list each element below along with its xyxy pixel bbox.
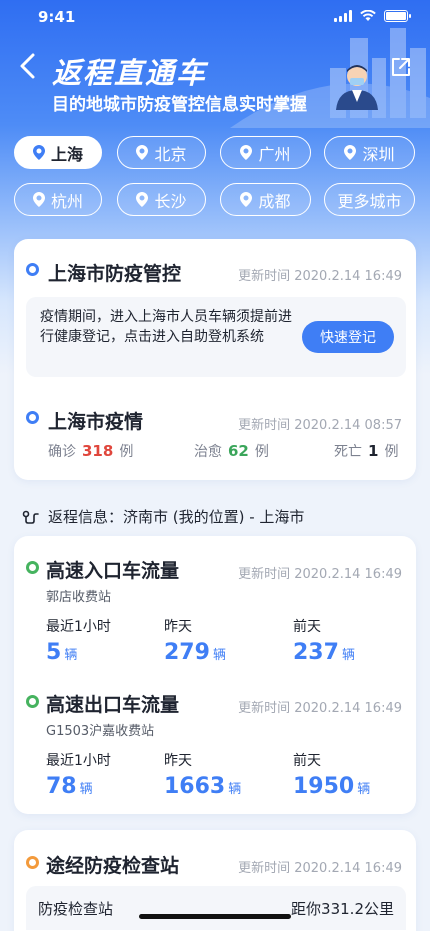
section-dot-icon bbox=[26, 856, 39, 869]
city-chip-label: 上海 bbox=[50, 144, 83, 164]
city-chip-changsha[interactable]: 长沙 bbox=[117, 183, 206, 216]
city-chip-guangzhou[interactable]: 广州 bbox=[220, 136, 311, 169]
col-label: 最近1小时 bbox=[46, 619, 111, 635]
entry-col-hour: 最近1小时 5辆 bbox=[46, 616, 111, 665]
city-chip-label: 长沙 bbox=[154, 191, 187, 211]
col-label: 昨天 bbox=[164, 619, 192, 635]
location-pin-icon bbox=[344, 145, 357, 160]
wifi-icon bbox=[360, 10, 376, 21]
epidemic-title: 上海市疫情 bbox=[48, 411, 144, 433]
section-dot-icon bbox=[26, 411, 39, 424]
share-icon[interactable] bbox=[390, 56, 412, 78]
more-cities-button[interactable]: 更多城市 bbox=[324, 183, 415, 216]
battery-icon bbox=[384, 10, 411, 22]
page-subtitle: 目的地城市防疫管控信息实时掌握 bbox=[52, 95, 307, 115]
col-label: 前天 bbox=[293, 619, 321, 635]
entry-updated: 更新时间 2020.2.14 16:49 bbox=[238, 567, 402, 582]
death-stat: 死亡 1 例 bbox=[334, 441, 398, 461]
cured-label: 治愈 bbox=[194, 444, 222, 460]
col-unit: 辆 bbox=[64, 648, 78, 663]
exit-col-yesterday: 昨天 1663 辆 bbox=[164, 750, 241, 799]
entry-station: 郭店收费站 bbox=[46, 590, 112, 605]
col-label: 昨天 bbox=[164, 753, 192, 769]
location-pin-icon bbox=[136, 145, 149, 160]
shanghai-info-card: 上海市防疫管控 更新时间 2020.2.14 16:49 疫情期间，进入上海市人… bbox=[14, 239, 416, 480]
checkpoint-name: 防疫检查站 bbox=[38, 900, 114, 918]
registration-notice: 疫情期间，进入上海市人员车辆须提前进行健康登记，点击进入自助登机系统 快速登记 bbox=[26, 297, 406, 377]
city-chip-label: 成都 bbox=[258, 191, 291, 211]
location-pin-icon bbox=[240, 192, 253, 207]
exit-updated: 更新时间 2020.2.14 16:49 bbox=[238, 701, 402, 716]
cured-value: 62 bbox=[228, 442, 249, 460]
city-chip-label: 深圳 bbox=[362, 144, 395, 164]
route-text: 返程信息：济南市 (我的位置) - 上海市 bbox=[48, 508, 305, 526]
city-chip-chengdu[interactable]: 成都 bbox=[220, 183, 311, 216]
route-info: 返程信息：济南市 (我的位置) - 上海市 bbox=[22, 506, 304, 527]
location-pin-icon bbox=[32, 192, 45, 207]
page-title: 返程直通车 bbox=[52, 56, 208, 90]
entry-col-day-before: 前天 237 辆 bbox=[293, 616, 355, 665]
confirmed-unit: 例 bbox=[119, 444, 134, 460]
col-value: 1950 bbox=[293, 774, 355, 799]
col-value: 5 bbox=[46, 640, 62, 665]
cured-unit: 例 bbox=[254, 444, 269, 460]
status-bar: 9:41 bbox=[0, 0, 430, 34]
death-label: 死亡 bbox=[334, 444, 362, 460]
route-icon bbox=[22, 510, 39, 524]
exit-col-day-before: 前天 1950 辆 bbox=[293, 750, 370, 799]
col-value: 237 bbox=[293, 640, 339, 665]
death-value: 1 bbox=[368, 442, 379, 460]
city-chip-hangzhou[interactable]: 杭州 bbox=[14, 183, 102, 216]
status-time: 9:41 bbox=[38, 8, 76, 26]
col-value: 279 bbox=[164, 640, 210, 665]
city-chip-beijing[interactable]: 北京 bbox=[117, 136, 206, 169]
location-pin-icon bbox=[240, 145, 253, 160]
home-indicator[interactable] bbox=[139, 914, 291, 919]
col-label: 前天 bbox=[293, 753, 321, 769]
cured-stat: 治愈 62 例 bbox=[194, 441, 269, 461]
exit-title: 高速出口车流量 bbox=[46, 694, 180, 716]
entry-title: 高速入口车流量 bbox=[46, 560, 180, 582]
signal-icon bbox=[334, 10, 352, 22]
more-cities-label: 更多城市 bbox=[337, 191, 402, 211]
section-dot-icon bbox=[26, 695, 39, 708]
city-chip-shenzhen[interactable]: 深圳 bbox=[324, 136, 415, 169]
checkpoint-distance: 距你331.2公里 bbox=[291, 900, 394, 918]
control-title: 上海市防疫管控 bbox=[48, 263, 182, 285]
exit-col-hour: 最近1小时 78 辆 bbox=[46, 750, 111, 799]
confirmed-stat: 确诊 318 例 bbox=[48, 441, 133, 461]
doctor-illustration bbox=[336, 65, 378, 110]
death-unit: 例 bbox=[384, 444, 399, 460]
confirmed-label: 确诊 bbox=[48, 444, 76, 460]
control-updated: 更新时间 2020.2.14 16:49 bbox=[238, 269, 402, 284]
col-unit: 辆 bbox=[228, 782, 242, 797]
checkpoint-title: 途经防疫检查站 bbox=[46, 855, 180, 877]
entry-col-yesterday: 昨天 279 辆 bbox=[164, 616, 226, 665]
location-pin-icon bbox=[136, 192, 149, 207]
checkpoint-row[interactable]: 防疫检查站 距你331.2公里 bbox=[26, 886, 406, 930]
col-unit: 辆 bbox=[79, 782, 93, 797]
col-value: 1663 bbox=[164, 774, 226, 799]
city-chip-label: 广州 bbox=[258, 144, 291, 164]
epidemic-updated: 更新时间 2020.2.14 08:57 bbox=[238, 418, 402, 433]
city-chip-label: 杭州 bbox=[50, 191, 83, 211]
section-dot-icon bbox=[26, 561, 39, 574]
col-label: 最近1小时 bbox=[46, 753, 111, 769]
col-value: 78 bbox=[46, 774, 77, 799]
city-chip-label: 北京 bbox=[154, 144, 187, 164]
col-unit: 辆 bbox=[357, 782, 371, 797]
section-dot-icon bbox=[26, 263, 39, 276]
checkpoint-updated: 更新时间 2020.2.14 16:49 bbox=[238, 861, 402, 876]
exit-station: G1503沪嘉收费站 bbox=[46, 724, 155, 739]
col-unit: 辆 bbox=[341, 648, 355, 663]
location-pin-icon bbox=[32, 145, 45, 160]
city-chip-shanghai[interactable]: 上海 bbox=[14, 136, 102, 169]
back-icon[interactable] bbox=[16, 52, 40, 80]
confirmed-value: 318 bbox=[82, 442, 114, 460]
traffic-card: 高速入口车流量 更新时间 2020.2.14 16:49 郭店收费站 最近1小时… bbox=[14, 536, 416, 814]
col-unit: 辆 bbox=[212, 648, 226, 663]
quick-register-button[interactable]: 快速登记 bbox=[302, 321, 394, 353]
notice-text: 疫情期间，进入上海市人员车辆须提前进行健康登记，点击进入自助登机系统 bbox=[40, 309, 292, 345]
